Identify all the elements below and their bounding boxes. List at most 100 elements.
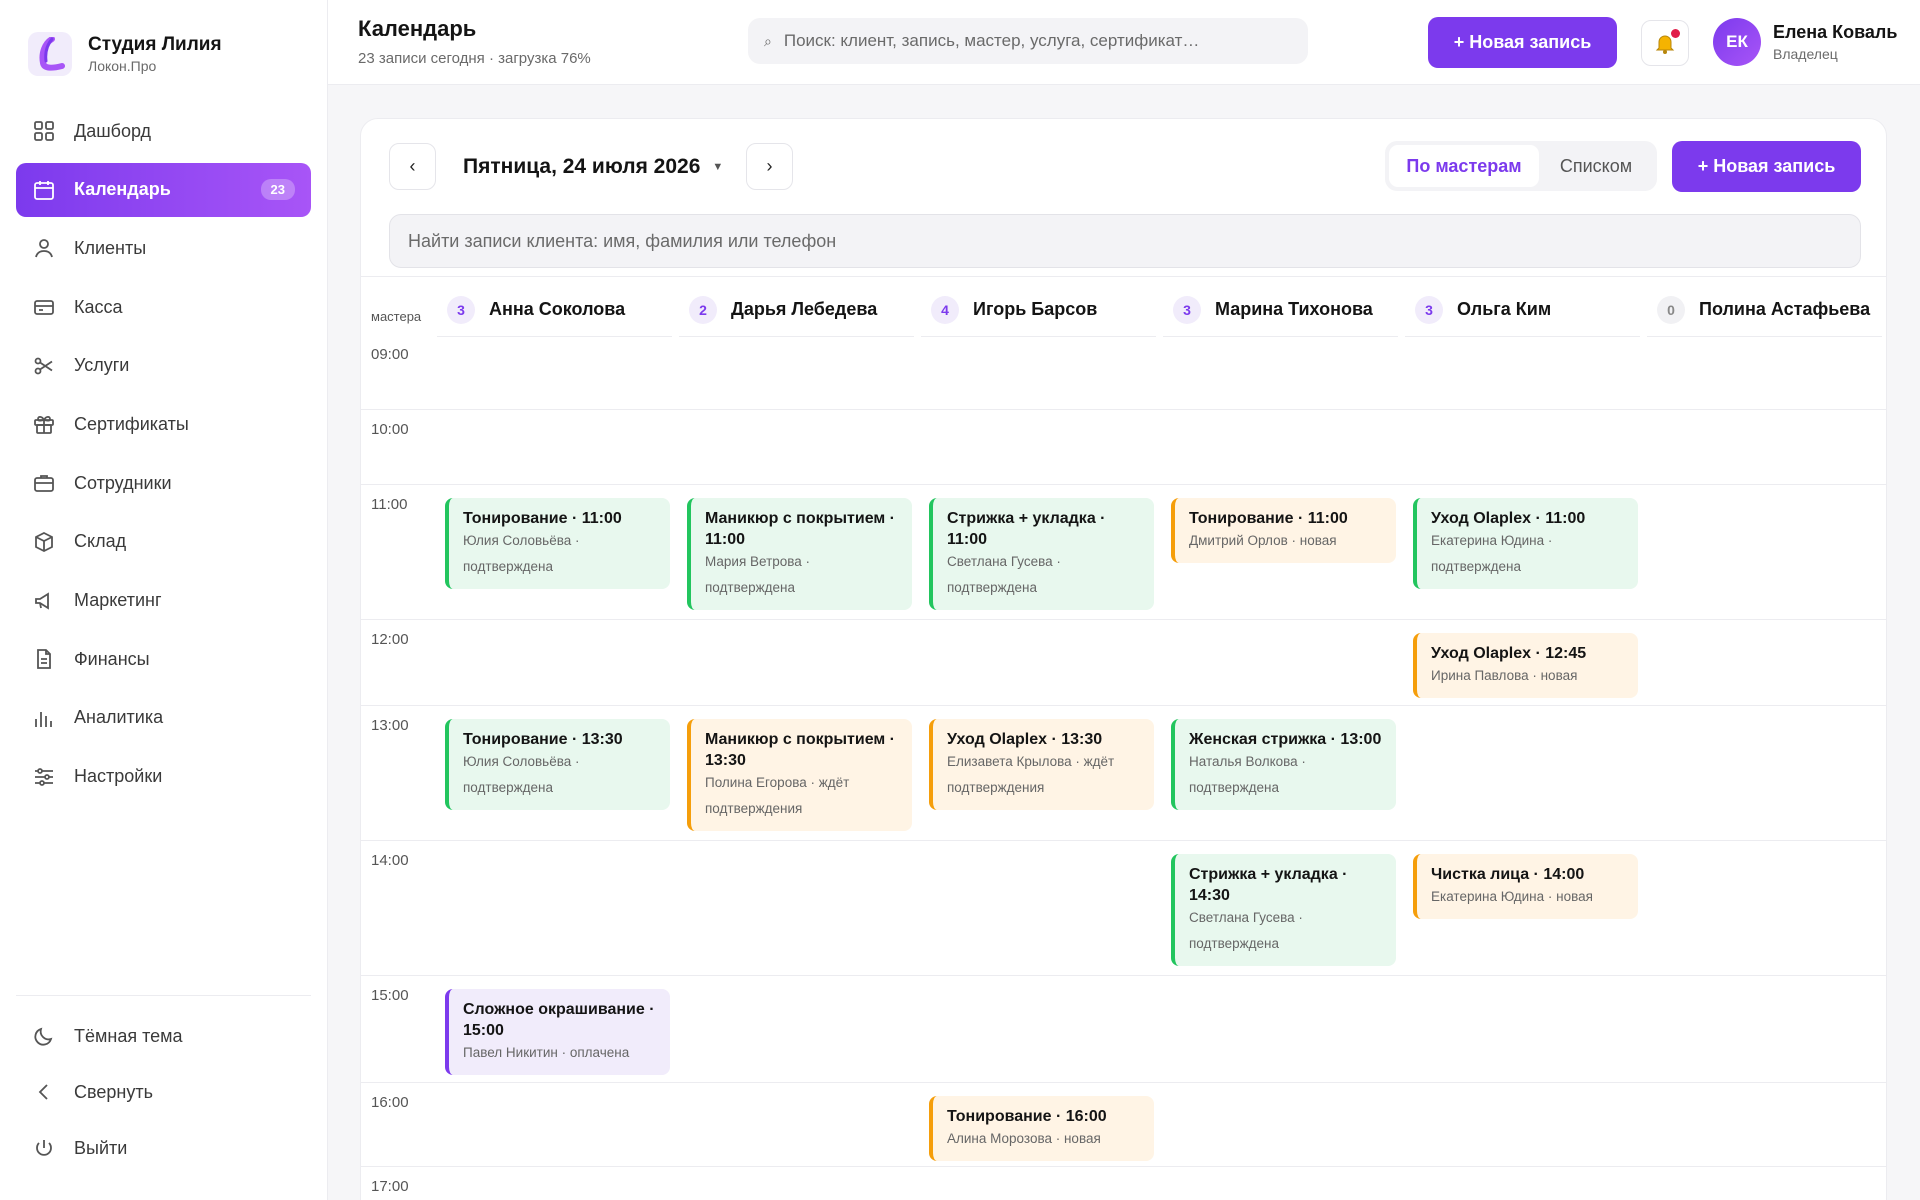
user-role: Владелец	[1773, 46, 1838, 62]
sidebar-item-label: Дашборд	[74, 120, 152, 141]
appointment-card[interactable]: Уход Olaplex · 13:30 Елизавета Крылова · …	[929, 719, 1154, 810]
master-column-header[interactable]: 0 Полина Астафьева	[1647, 283, 1882, 337]
appointment-client: Юлия Соловьёва ·	[463, 754, 580, 769]
view-by-masters-tab[interactable]: По мастерам	[1389, 145, 1539, 187]
sidebar-item-label: Календарь	[74, 179, 171, 200]
power-icon	[32, 1136, 56, 1160]
appointment-card[interactable]: Тонирование · 13:30 Юлия Соловьёва · подтв…	[445, 719, 670, 810]
hour-divider	[361, 840, 1886, 841]
appointment-card[interactable]: Уход Olaplex · 12:45 Ирина Павлова · нова…	[1413, 633, 1638, 698]
appointment-title: Маникюр с покрытием · 13:30	[705, 731, 896, 769]
appointment-card[interactable]: Маникюр с покрытием · 11:00 Мария Ветрова…	[687, 498, 912, 610]
master-name: Ольга Ким	[1457, 299, 1552, 319]
logout-button[interactable]: Выйти	[16, 1122, 311, 1174]
appointment-title: Чистка лица · 14:00	[1431, 866, 1585, 883]
appointment-card[interactable]: Сложное окрашивание · 15:00 Павел Никитин…	[445, 989, 670, 1075]
sidebar-item-label: Свернуть	[74, 1081, 153, 1102]
sidebar-item-label: Выйти	[74, 1137, 128, 1158]
sidebar-item-label: Клиенты	[74, 237, 147, 258]
sidebar-item-calendar[interactable]: Календарь 23	[16, 162, 311, 217]
sliders-icon	[32, 765, 56, 789]
appointment-card[interactable]: Тонирование · 11:00 Юлия Соловьёва · подтв…	[445, 498, 670, 589]
sidebar-item-dashboard[interactable]: Дашборд	[16, 104, 311, 158]
view-list-tab[interactable]: Списком	[1539, 145, 1653, 187]
notifications-button[interactable]	[1641, 20, 1689, 66]
appointment-title: Сложное окрашивание · 15:00	[463, 1001, 655, 1039]
master-column-header[interactable]: 3 Ольга Ким	[1405, 283, 1640, 337]
appointment-client: Мария Ветрова ·	[705, 554, 811, 569]
dashboard-icon	[32, 119, 56, 143]
appointment-title: Женская стрижка · 13:00	[1189, 731, 1382, 748]
appointment-card[interactable]: Стрижка + укладка · 14:30 Светлана Гусева…	[1171, 854, 1396, 966]
sidebar-item-label: Касса	[74, 296, 123, 317]
dark-theme-toggle[interactable]: Тёмная тема	[16, 1010, 311, 1062]
sidebar-item-certificates[interactable]: Сертификаты	[16, 397, 311, 451]
appointment-client: Дмитрий Орлов · новая	[1189, 533, 1337, 548]
master-appointment-count: 2	[689, 295, 717, 324]
page-subtitle: 23 записи сегодня · загрузка 76%	[358, 50, 591, 67]
appointment-card[interactable]: Тонирование · 16:00 Алина Морозова · нова…	[929, 1096, 1154, 1161]
sidebar-item-label: Услуги	[74, 355, 130, 376]
prev-day-button[interactable]: ‹	[389, 143, 436, 190]
appointment-card[interactable]: Тонирование · 11:00 Дмитрий Орлов · новая	[1171, 498, 1396, 563]
appointment-client: Светлана Гусева ·	[947, 554, 1061, 569]
appointment-card[interactable]: Стрижка + укладка · 11:00 Светлана Гусева…	[929, 498, 1154, 610]
sidebar-item-label: Аналитика	[74, 707, 164, 728]
master-column-header[interactable]: 3 Анна Соколова	[437, 283, 672, 337]
search-icon: ⌕	[764, 32, 772, 49]
master-name: Игорь Барсов	[973, 299, 1098, 319]
sidebar-item-settings[interactable]: Настройки	[16, 750, 311, 804]
global-search[interactable]: ⌕	[748, 18, 1308, 64]
hour-divider	[361, 705, 1886, 706]
hour-divider	[361, 1166, 1886, 1167]
appointment-client: Алина Морозова · новая	[947, 1131, 1101, 1146]
scissors-icon	[32, 354, 56, 378]
appointment-card[interactable]: Чистка лица · 14:00 Екатерина Юдина · нов…	[1413, 854, 1638, 919]
global-search-input[interactable]	[783, 31, 1264, 51]
hour-label: 16:00	[371, 1094, 409, 1111]
master-name: Анна Соколова	[489, 299, 626, 319]
page-title: Календарь	[358, 16, 477, 41]
sidebar-item-clients[interactable]: Клиенты	[16, 221, 311, 275]
sidebar-item-analytics[interactable]: Аналитика	[16, 691, 311, 745]
avatar[interactable]: ЕК	[1713, 18, 1761, 66]
notification-dot	[1671, 29, 1680, 38]
next-day-button[interactable]: ›	[746, 143, 793, 190]
sidebar-item-marketing[interactable]: Маркетинг	[16, 574, 311, 628]
brand[interactable]: Студия Лилия Локон.Про	[28, 32, 222, 76]
master-name: Полина Астафьева	[1699, 299, 1871, 319]
client-search-input[interactable]	[389, 214, 1861, 268]
sidebar-item-label: Склад	[74, 531, 127, 552]
sidebar-item-label: Финансы	[74, 648, 150, 669]
sidebar-item-cashbox[interactable]: Касса	[16, 280, 311, 334]
appointment-client: Светлана Гусева ·	[1189, 910, 1303, 925]
master-column-header[interactable]: 3 Марина Тихонова	[1163, 283, 1398, 337]
sidebar-item-label: Сотрудники	[74, 472, 172, 493]
appointment-card[interactable]: Женская стрижка · 13:00 Наталья Волкова ·…	[1171, 719, 1396, 810]
master-column-header[interactable]: 4 Игорь Барсов	[921, 283, 1156, 337]
appointment-title: Маникюр с покрытием · 11:00	[705, 510, 896, 548]
header-new-appointment-button[interactable]: + Новая запись	[1428, 17, 1617, 68]
master-column-header[interactable]: 2 Дарья Лебедева	[679, 283, 914, 337]
moon-icon	[32, 1024, 56, 1048]
date-picker[interactable]: Пятница, 24 июля 2026 ▼	[463, 155, 723, 179]
user-name[interactable]: Елена Коваль	[1773, 22, 1897, 43]
appointment-card[interactable]: Маникюр с покрытием · 13:30 Полина Егоров…	[687, 719, 912, 831]
caret-down-icon: ▼	[712, 161, 724, 173]
sidebar-item-staff[interactable]: Сотрудники	[16, 456, 311, 510]
sidebar-divider	[16, 995, 311, 996]
appointment-status: подтверждения	[947, 780, 1045, 795]
sidebar-item-finance[interactable]: Финансы	[16, 632, 311, 686]
card-new-appointment-button[interactable]: + Новая запись	[1672, 141, 1861, 192]
appointment-title: Стрижка + укладка · 14:30	[1189, 866, 1348, 904]
view-switcher: По мастерам Списком	[1385, 141, 1657, 191]
appointment-title: Тонирование · 11:00	[463, 510, 622, 527]
sidebar-item-warehouse[interactable]: Склад	[16, 515, 311, 569]
collapse-sidebar-button[interactable]: Свернуть	[16, 1066, 311, 1118]
sidebar-item-services[interactable]: Услуги	[16, 339, 311, 393]
appointment-title: Тонирование · 13:30	[463, 731, 623, 748]
appointment-card[interactable]: Уход Olaplex · 11:00 Екатерина Юдина · под…	[1413, 498, 1638, 589]
appointment-title: Тонирование · 11:00	[1189, 510, 1348, 527]
appointment-status: подтверждена	[1189, 780, 1279, 795]
master-name: Дарья Лебедева	[731, 299, 878, 319]
